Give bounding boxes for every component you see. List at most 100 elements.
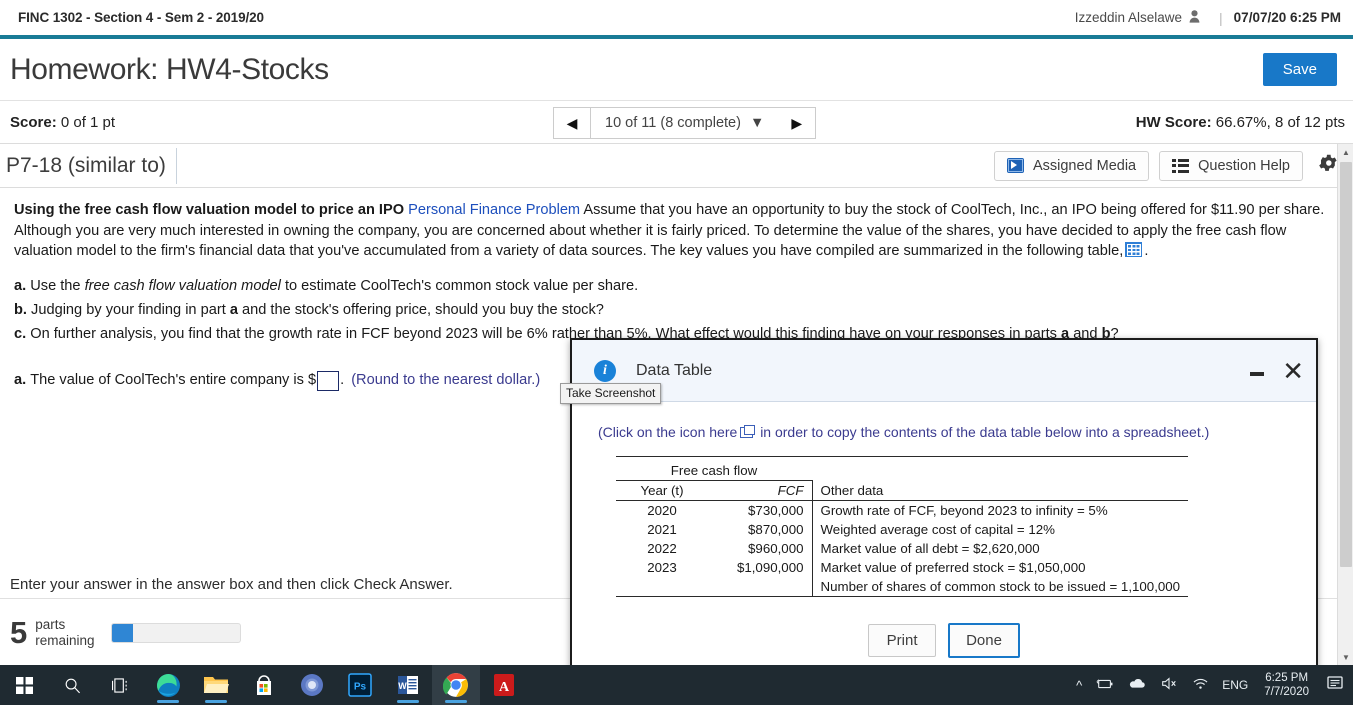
save-button[interactable]: Save (1262, 53, 1337, 86)
acrobat-icon[interactable]: A (480, 665, 528, 705)
top-bar: FINC 1302 - Section 4 - Sem 2 - 2019/20 … (0, 0, 1353, 35)
personal-finance-problem-link[interactable]: Personal Finance Problem (408, 202, 580, 218)
taskbar-clock[interactable]: 6:25 PM 7/7/2020 (1254, 671, 1319, 700)
media-icon (1006, 158, 1024, 173)
volume-muted-icon[interactable] (1153, 677, 1185, 693)
scroll-up-icon[interactable]: ▲ (1338, 144, 1353, 160)
clock-date: 7/7/2020 (1264, 686, 1309, 698)
rounding-note: (Round to the nearest dollar.) (351, 372, 541, 389)
gear-icon[interactable] (1317, 152, 1339, 179)
svg-text:A: A (499, 680, 510, 695)
chrome-icon[interactable] (432, 665, 480, 705)
column-header-year: Year (t) (616, 480, 708, 501)
parts-word-1: parts (35, 617, 66, 633)
minimize-icon[interactable] (1250, 371, 1265, 376)
next-question-button[interactable]: ▶ (778, 107, 817, 139)
scrollbar-thumb[interactable] (1340, 162, 1352, 567)
copy-note-post: in order to copy the contents of the dat… (760, 424, 1210, 440)
cell-other: Weighted average cost of capital = 12% (811, 520, 1189, 539)
user-name[interactable]: Izzeddin Alselawe (1075, 10, 1182, 25)
cell-other: Growth rate of FCF, beyond 2023 to infin… (811, 500, 1189, 520)
person-icon (1189, 9, 1200, 26)
data-table-icon[interactable] (1125, 242, 1143, 258)
photoshop-icon[interactable]: Ps (336, 665, 384, 705)
table-row: 2020 $730,000 Growth rate of FCF, beyond… (616, 500, 1189, 520)
microsoft-store-icon[interactable] (240, 665, 288, 705)
question-paragraph-end: . (1144, 243, 1149, 260)
cell-other: Number of shares of common stock to be i… (811, 577, 1189, 597)
table-group-header-row: Free cash flow (616, 461, 1188, 481)
scroll-down-icon[interactable]: ▼ (1338, 649, 1353, 665)
left-triangle-icon: ◀ (566, 114, 578, 131)
task-view-icon[interactable] (96, 665, 144, 705)
info-icon[interactable]: i (594, 359, 616, 382)
question-parts-list: a. Use the free cash flow valuation mode… (14, 276, 1325, 344)
top-bar-separator: | (1219, 9, 1223, 26)
dialog-window-controls: ✕ (1250, 358, 1304, 384)
part-b-pre: Judging by your finding in part (31, 301, 230, 318)
onedrive-icon[interactable] (1121, 678, 1153, 693)
windows-taskbar: Ps W A ^ ENG 6:25 PM 7/7/2020 (0, 665, 1353, 705)
cell-fcf: $730,000 (748, 503, 804, 518)
svg-text:Ps: Ps (354, 682, 367, 693)
previous-question-button[interactable]: ◀ (553, 107, 591, 139)
language-indicator[interactable]: ENG (1216, 678, 1254, 692)
table-column-header-row: Year (t) FCF Other data (616, 480, 1189, 501)
table-row: Number of shares of common stock to be i… (616, 577, 1189, 597)
cell-year: 2022 (647, 541, 677, 556)
done-button[interactable]: Done (948, 622, 1020, 658)
close-icon[interactable]: ✕ (1282, 358, 1304, 384)
file-explorer-icon[interactable] (192, 665, 240, 705)
free-cash-flow-group-header: Free cash flow (616, 461, 812, 481)
assigned-media-label: Assigned Media (1032, 157, 1137, 174)
edge-icon[interactable] (144, 665, 192, 705)
word-icon[interactable]: W (384, 665, 432, 705)
progress-bar-fill (111, 623, 134, 642)
part-b-label: b. (14, 301, 27, 318)
session-datetime: 07/07/20 6:25 PM (1233, 10, 1341, 25)
action-center-icon[interactable] (1319, 675, 1353, 696)
search-icon[interactable] (48, 665, 96, 705)
print-button[interactable]: Print (868, 623, 937, 657)
cell-fcf: $960,000 (748, 541, 804, 556)
question-selector-dropdown[interactable]: 10 of 11 (8 complete) ▼ (591, 107, 779, 139)
answer-input[interactable] (317, 370, 340, 391)
hw-score-text: HW Score: 66.67%, 8 of 12 pts (1136, 114, 1345, 131)
copy-icon[interactable] (740, 425, 756, 438)
show-hidden-icons-icon[interactable]: ^ (1069, 678, 1089, 693)
cell-fcf: $870,000 (748, 522, 804, 537)
data-table-dialog: i Data Table ✕ Take Screenshot (Click on… (560, 338, 1318, 670)
page-scrollbar[interactable]: ▲ ▼ (1337, 144, 1353, 665)
hw-score-label: HW Score: (1135, 113, 1212, 131)
chevron-down-icon: ▼ (749, 115, 765, 131)
dialog-body: (Click on the icon here in order to copy… (572, 402, 1316, 601)
cell-other: Market value of all debt = $2,620,000 (811, 539, 1189, 558)
column-header-other-data: Other data (811, 480, 1189, 501)
cell-year: 2020 (647, 503, 677, 518)
parts-remaining-count: 5 (10, 615, 28, 650)
chromium-icon[interactable] (288, 665, 336, 705)
cell-year: 2023 (647, 560, 677, 575)
page-title: Homework: HW4-Stocks (10, 52, 329, 86)
battery-icon[interactable] (1089, 678, 1121, 693)
cell-fcf: $1,090,000 (736, 560, 804, 575)
top-bar-right: Izzeddin Alselawe | 07/07/20 6:25 PM (1075, 10, 1341, 26)
part-a-italic: free cash flow valuation model (84, 278, 281, 295)
table-row: 2021 $870,000 Weighted average cost of c… (616, 520, 1189, 539)
question-statement: Using the free cash flow valuation model… (14, 200, 1325, 262)
question-help-label: Question Help (1198, 157, 1290, 174)
answer-suffix: . (340, 372, 345, 389)
question-help-button[interactable]: Question Help (1159, 150, 1303, 181)
answer-prompt: The value of CoolTech's entire company i… (30, 372, 317, 389)
wifi-icon[interactable] (1185, 677, 1216, 693)
question-lead: Using the free cash flow valuation model… (14, 202, 405, 218)
score-value: 0 of 1 pt (60, 113, 116, 131)
assigned-media-button[interactable]: Assigned Media (993, 150, 1150, 181)
data-table: Free cash flow Year (t) FCF Other data 2… (616, 456, 1189, 601)
question-navigator: ◀ 10 of 11 (8 complete) ▼ ▶ (553, 107, 817, 139)
table-bottom-rule (616, 596, 1189, 601)
start-button[interactable] (0, 665, 48, 705)
part-c-label: c. (14, 325, 27, 342)
score-text: Score: 0 of 1 pt (10, 114, 115, 131)
mymathlab-homework-page: FINC 1302 - Section 4 - Sem 2 - 2019/20 … (0, 0, 1353, 705)
